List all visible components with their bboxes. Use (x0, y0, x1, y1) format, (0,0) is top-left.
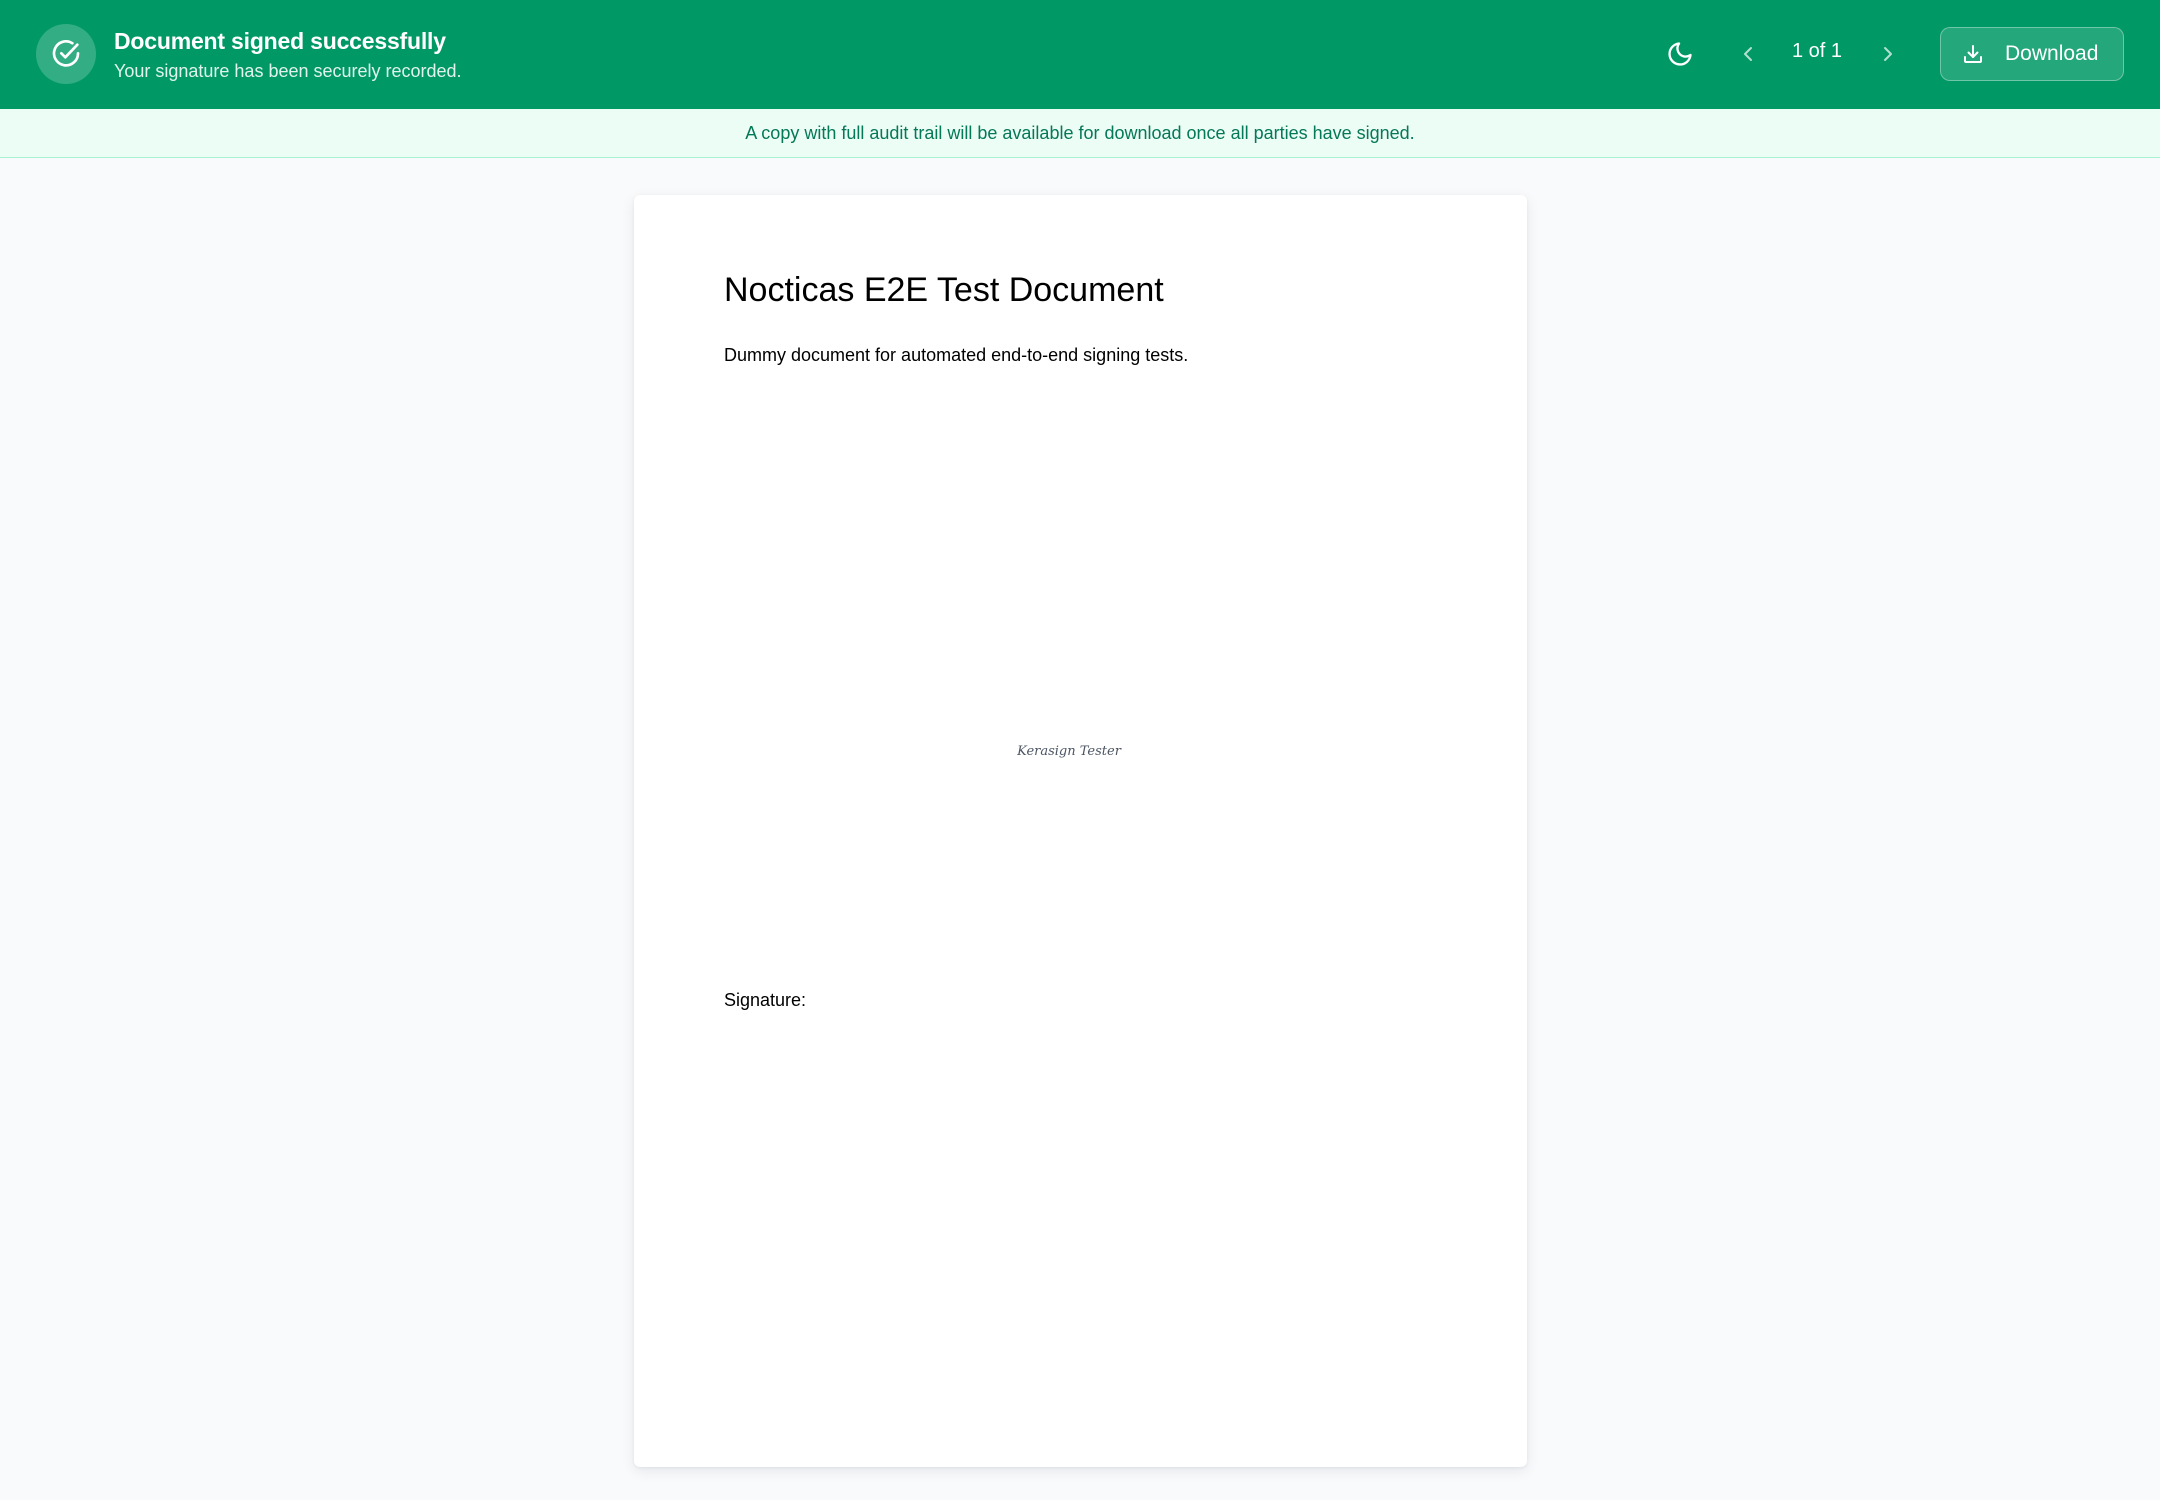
download-button[interactable]: Download (1940, 27, 2124, 81)
moon-icon (1668, 42, 1692, 66)
download-button-label: Download (2005, 42, 2099, 65)
document-title: Nocticas E2E Test Document (724, 271, 1164, 309)
document-page: Nocticas E2E Test Document Dummy documen… (634, 195, 1527, 1467)
top-bar: Document signed successfully Your signat… (0, 0, 2160, 109)
page-indicator: 1 of 1 (1791, 40, 1843, 62)
document-body-text: Dummy document for automated end-to-end … (724, 345, 1189, 365)
audit-trail-notice-text: A copy with full audit trail will be ava… (745, 122, 1415, 143)
status-title: Document signed successfully (114, 28, 446, 54)
chevron-left-icon (1744, 47, 1752, 61)
theme-toggle-button[interactable] (1660, 34, 1700, 74)
check-circle-icon (36, 24, 96, 84)
next-page-button[interactable] (1868, 34, 1908, 74)
chevron-right-icon (1884, 47, 1892, 61)
download-icon (1964, 45, 1982, 63)
previous-page-button[interactable] (1728, 34, 1768, 74)
signature-label: Signature: (724, 990, 807, 1010)
signature-image: Kerasign Tester (1009, 730, 1129, 770)
audit-trail-notice: A copy with full audit trail will be ava… (0, 109, 2160, 158)
status-subtitle: Your signature has been securely recorde… (114, 61, 462, 81)
signature-value: Kerasign Tester (1016, 744, 1122, 759)
